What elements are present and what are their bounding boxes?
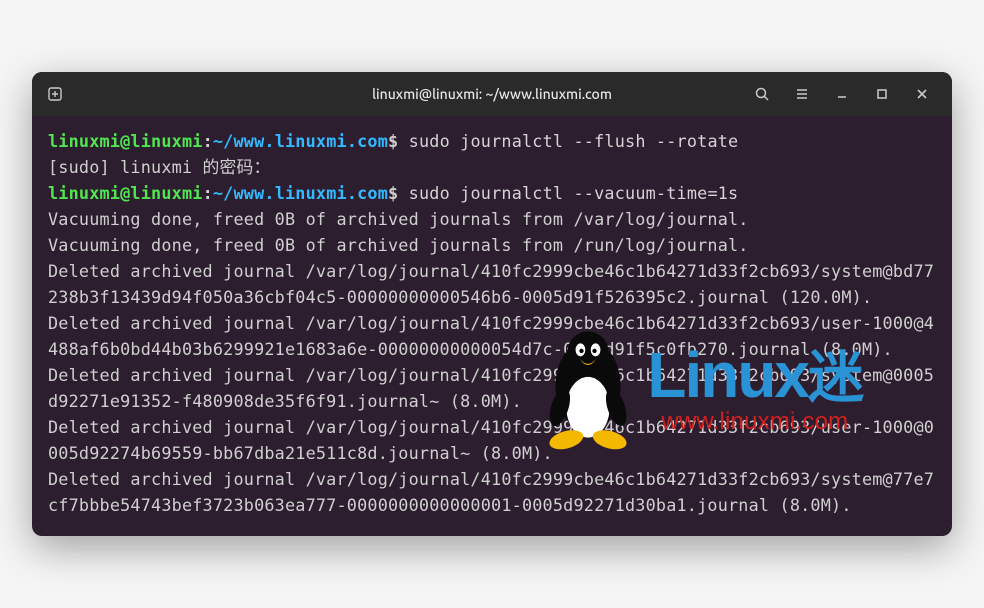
prompt-user: linuxmi@linuxmi <box>48 183 203 203</box>
output-line: Deleted archived journal /var/log/journa… <box>48 310 936 362</box>
prompt-line-1: linuxmi@linuxmi:~/www.linuxmi.com$ sudo … <box>48 128 936 154</box>
prompt-path: ~/www.linuxmi.com <box>213 131 388 151</box>
close-button[interactable] <box>904 79 940 109</box>
prompt-dollar: $ <box>388 183 398 203</box>
output-line: Deleted archived journal /var/log/journa… <box>48 466 936 518</box>
hamburger-menu-icon[interactable] <box>784 79 820 109</box>
output-line: Vacuuming done, freed 0B of archived jou… <box>48 206 936 232</box>
maximize-button[interactable] <box>864 79 900 109</box>
output-line: Deleted archived journal /var/log/journa… <box>48 258 936 310</box>
prompt-line-2: linuxmi@linuxmi:~/www.linuxmi.com$ sudo … <box>48 180 936 206</box>
new-tab-icon[interactable] <box>44 83 66 105</box>
window-titlebar: linuxmi@linuxmi: ~/www.linuxmi.com <box>32 72 952 116</box>
minimize-button[interactable] <box>824 79 860 109</box>
window-title: linuxmi@linuxmi: ~/www.linuxmi.com <box>372 86 612 102</box>
sudo-prompt: [sudo] linuxmi 的密码： <box>48 154 936 180</box>
output-line: Deleted archived journal /var/log/journa… <box>48 414 936 466</box>
output-line: Vacuuming done, freed 0B of archived jou… <box>48 232 936 258</box>
output-line: Deleted archived journal /var/log/journa… <box>48 362 936 414</box>
prompt-user: linuxmi@linuxmi <box>48 131 203 151</box>
command-1: sudo journalctl --flush --rotate <box>409 131 739 151</box>
prompt-colon: : <box>203 183 213 203</box>
prompt-dollar: $ <box>388 131 398 151</box>
search-icon[interactable] <box>744 79 780 109</box>
terminal-window: linuxmi@linuxmi: ~/www.linuxmi.com linux… <box>32 72 952 536</box>
prompt-colon: : <box>203 131 213 151</box>
command-2: sudo journalctl --vacuum-time=1s <box>409 183 739 203</box>
prompt-path: ~/www.linuxmi.com <box>213 183 388 203</box>
terminal-body[interactable]: linuxmi@linuxmi:~/www.linuxmi.com$ sudo … <box>32 116 952 536</box>
